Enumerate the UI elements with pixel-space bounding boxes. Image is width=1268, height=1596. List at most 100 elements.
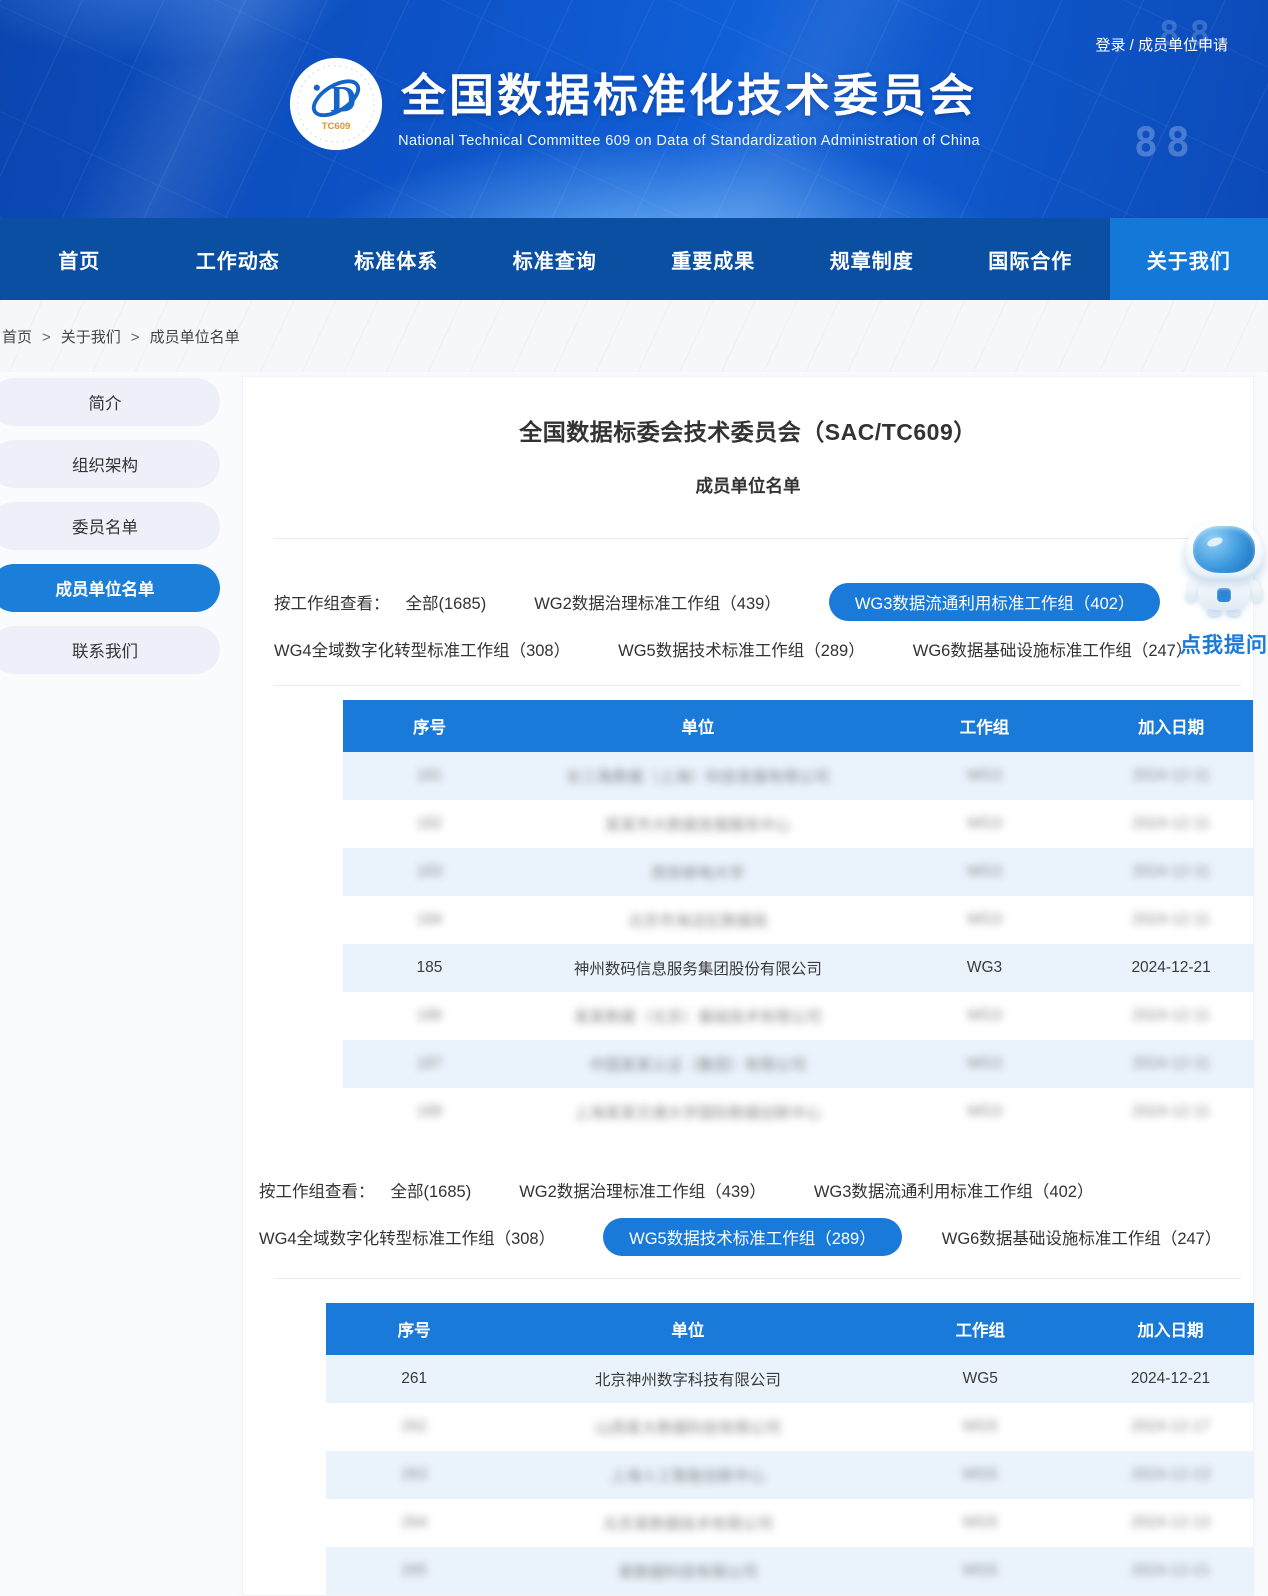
cell-date: 2024-12-11 [1089, 752, 1253, 800]
assistant-label[interactable]: 点我提问 [1178, 629, 1268, 659]
breadcrumb-member-list[interactable]: 成员单位名单 [150, 329, 240, 346]
table-row: 188 上海某某交通大学国际数据创新中心 WG3 2024-12-11 [343, 1088, 1253, 1136]
col-header-no: 序号 [343, 700, 516, 752]
nav-item-standard-search[interactable]: 标准查询 [476, 218, 635, 300]
main-nav: 首页 工作动态 标准体系 标准查询 重要成果 规章制度 国际合作 关于我们 [0, 218, 1268, 300]
robot-mascot-icon[interactable] [1181, 520, 1267, 615]
table-row-highlight-185: 185 神州数码信息服务集团股份有限公司 WG3 2024-12-21 [343, 944, 1253, 992]
site-title-cn: 全国数据标准化技术委员会 [398, 59, 980, 124]
col-header-date: 加入日期 [1089, 700, 1253, 752]
login-apply-link[interactable]: 登录 / 成员单位申请 [1095, 34, 1228, 55]
cell-org: 某某数据（北京）基础技术有限公司 [516, 992, 880, 1040]
filter-wg2[interactable]: WG2数据治理标准工作组（439） [519, 1178, 766, 1202]
site-titles: 全国数据标准化技术委员会 National Technical Committe… [398, 59, 980, 149]
breadcrumb: 首页 > 关于我们 > 成员单位名单 [0, 326, 240, 347]
cell-group: WG3 [880, 896, 1089, 944]
cell-org: 北京某数据技术有限公司 [502, 1499, 873, 1547]
sidebar-item-contact[interactable]: 联系我们 [0, 626, 220, 674]
cell-no: 264 [326, 1499, 502, 1547]
workgroup-filter-section-1: 按工作组查看： 全部(1685) WG2数据治理标准工作组（439） WG3数据… [243, 583, 1253, 661]
filter-wg6[interactable]: WG6数据基础设施标准工作组（247） [913, 637, 1193, 661]
table-row: 263 上海人工智能创新中心 WG5 2024-12-13 [326, 1451, 1254, 1499]
cell-date: 2024-12-13 [1087, 1451, 1254, 1499]
sidebar-item-intro[interactable]: 简介 [0, 378, 220, 426]
filter-wg4[interactable]: WG4全域数字化转型标准工作组（308） [259, 1225, 555, 1249]
cell-no: 188 [343, 1088, 516, 1136]
cell-org: 西安邮电大学 [516, 848, 880, 896]
cell-group: WG5 [874, 1403, 1087, 1451]
cell-org: 上海人工智能创新中心 [502, 1451, 873, 1499]
cell-group: WG5 [874, 1451, 1087, 1499]
divider [274, 1278, 1241, 1279]
cell-no: 183 [343, 848, 516, 896]
col-header-group: 工作组 [874, 1303, 1087, 1355]
filter-wg3[interactable]: WG3数据流通利用标准工作组（402） [814, 1178, 1094, 1202]
assistant-widget[interactable]: 点我提问 [1178, 520, 1268, 659]
cell-date: 2024-12-21 [1087, 1355, 1254, 1403]
nav-item-home[interactable]: 首页 [0, 218, 159, 300]
table-row: 265 某数据科技有限公司 WG5 2024-12-21 [326, 1547, 1254, 1595]
sidebar-item-organization[interactable]: 组织架构 [0, 440, 220, 488]
filter-wg6[interactable]: WG6数据基础设施标准工作组（247） [942, 1225, 1222, 1249]
sidebar-item-committee-members[interactable]: 委员名单 [0, 502, 220, 550]
cell-date: 2024-12-17 [1087, 1403, 1254, 1451]
filter-all[interactable]: 全部(1685) [391, 1178, 472, 1202]
workgroup-filter-section-2: 按工作组查看： 全部(1685) WG2数据治理标准工作组（439） WG3数据… [243, 1178, 1253, 1256]
nav-item-international[interactable]: 国际合作 [951, 218, 1110, 300]
nav-item-about-active[interactable]: 关于我们 [1110, 218, 1268, 300]
nav-item-news[interactable]: 工作动态 [159, 218, 318, 300]
svg-text:D: D [330, 79, 356, 120]
cell-org: 山西某大数据科技有限公司 [502, 1403, 873, 1451]
table-row: 262 山西某大数据科技有限公司 WG5 2024-12-17 [326, 1403, 1254, 1451]
cell-group: WG3 [880, 1088, 1089, 1136]
logo-code-text: TC609 [322, 121, 351, 132]
cell-group: WG3 [880, 848, 1089, 896]
table-header-row: 序号 单位 工作组 加入日期 [326, 1303, 1254, 1355]
cell-org: 长三角数据（上海）科技发展有限公司 [516, 752, 880, 800]
cell-date: 2024-12-21 [1089, 944, 1253, 992]
filter-all[interactable]: 全部(1685) [406, 590, 487, 614]
cell-org: 某数据科技有限公司 [502, 1547, 873, 1595]
cell-group: WG3 [880, 992, 1089, 1040]
filter-wg2[interactable]: WG2数据治理标准工作组（439） [534, 590, 781, 614]
cell-group: WG5 [874, 1547, 1087, 1595]
table-row-highlight-261: 261 北京神州数字科技有限公司 WG5 2024-12-21 [326, 1355, 1254, 1403]
cell-group: WG3 [880, 1040, 1089, 1088]
table-row: 264 北京某数据技术有限公司 WG5 2024-12-13 [326, 1499, 1254, 1547]
table-row: 187 中国某某认证（集团）有限公司 WG3 2024-12-11 [343, 1040, 1253, 1088]
cell-org: 某某市大数据发展服务中心 [516, 800, 880, 848]
site-brand[interactable]: D TC609 全国数据标准化技术委员会 National Technical … [0, 56, 1268, 152]
cell-no: 185 [343, 944, 516, 992]
breadcrumb-separator: > [131, 329, 140, 346]
cell-group: WG3 [880, 800, 1089, 848]
filter-label: 按工作组查看： [259, 1178, 375, 1202]
breadcrumb-home[interactable]: 首页 [2, 329, 32, 346]
filter-wg3-selected[interactable]: WG3数据流通利用标准工作组（402） [829, 583, 1161, 621]
breadcrumb-about[interactable]: 关于我们 [61, 329, 121, 346]
cell-no: 181 [343, 752, 516, 800]
divider [274, 685, 1241, 686]
sidebar: 简介 组织架构 委员名单 成员单位名单 联系我们 [0, 376, 222, 688]
nav-item-standard-system[interactable]: 标准体系 [317, 218, 476, 300]
cell-no: 261 [326, 1355, 502, 1403]
col-header-no: 序号 [326, 1303, 502, 1355]
member-table-wg5: 序号 单位 工作组 加入日期 261 北京神州数字科技有限公司 WG5 2024… [326, 1303, 1254, 1595]
col-header-date: 加入日期 [1087, 1303, 1254, 1355]
sidebar-item-member-units-active[interactable]: 成员单位名单 [0, 564, 220, 612]
cell-date: 2024-12-11 [1089, 1040, 1253, 1088]
filter-wg5[interactable]: WG5数据技术标准工作组（289） [618, 637, 865, 661]
table-header-row: 序号 单位 工作组 加入日期 [343, 700, 1253, 752]
table-row: 182 某某市大数据发展服务中心 WG3 2024-12-11 [343, 800, 1253, 848]
filter-wg5-selected[interactable]: WG5数据技术标准工作组（289） [603, 1218, 902, 1256]
page-title: 全国数据标委会技术委员会（SAC/TC609） [243, 413, 1253, 447]
breadcrumb-separator: > [42, 329, 51, 346]
nav-item-regulations[interactable]: 规章制度 [793, 218, 952, 300]
cell-org: 神州数码信息服务集团股份有限公司 [516, 944, 880, 992]
filter-wg4[interactable]: WG4全域数字化转型标准工作组（308） [274, 637, 570, 661]
tc609-logo-icon: D TC609 [288, 56, 384, 152]
nav-item-achievements[interactable]: 重要成果 [634, 218, 793, 300]
divider [274, 538, 1241, 539]
cell-group: WG5 [874, 1499, 1087, 1547]
filter-label: 按工作组查看： [274, 590, 390, 614]
cell-date: 2024-12-11 [1089, 992, 1253, 1040]
